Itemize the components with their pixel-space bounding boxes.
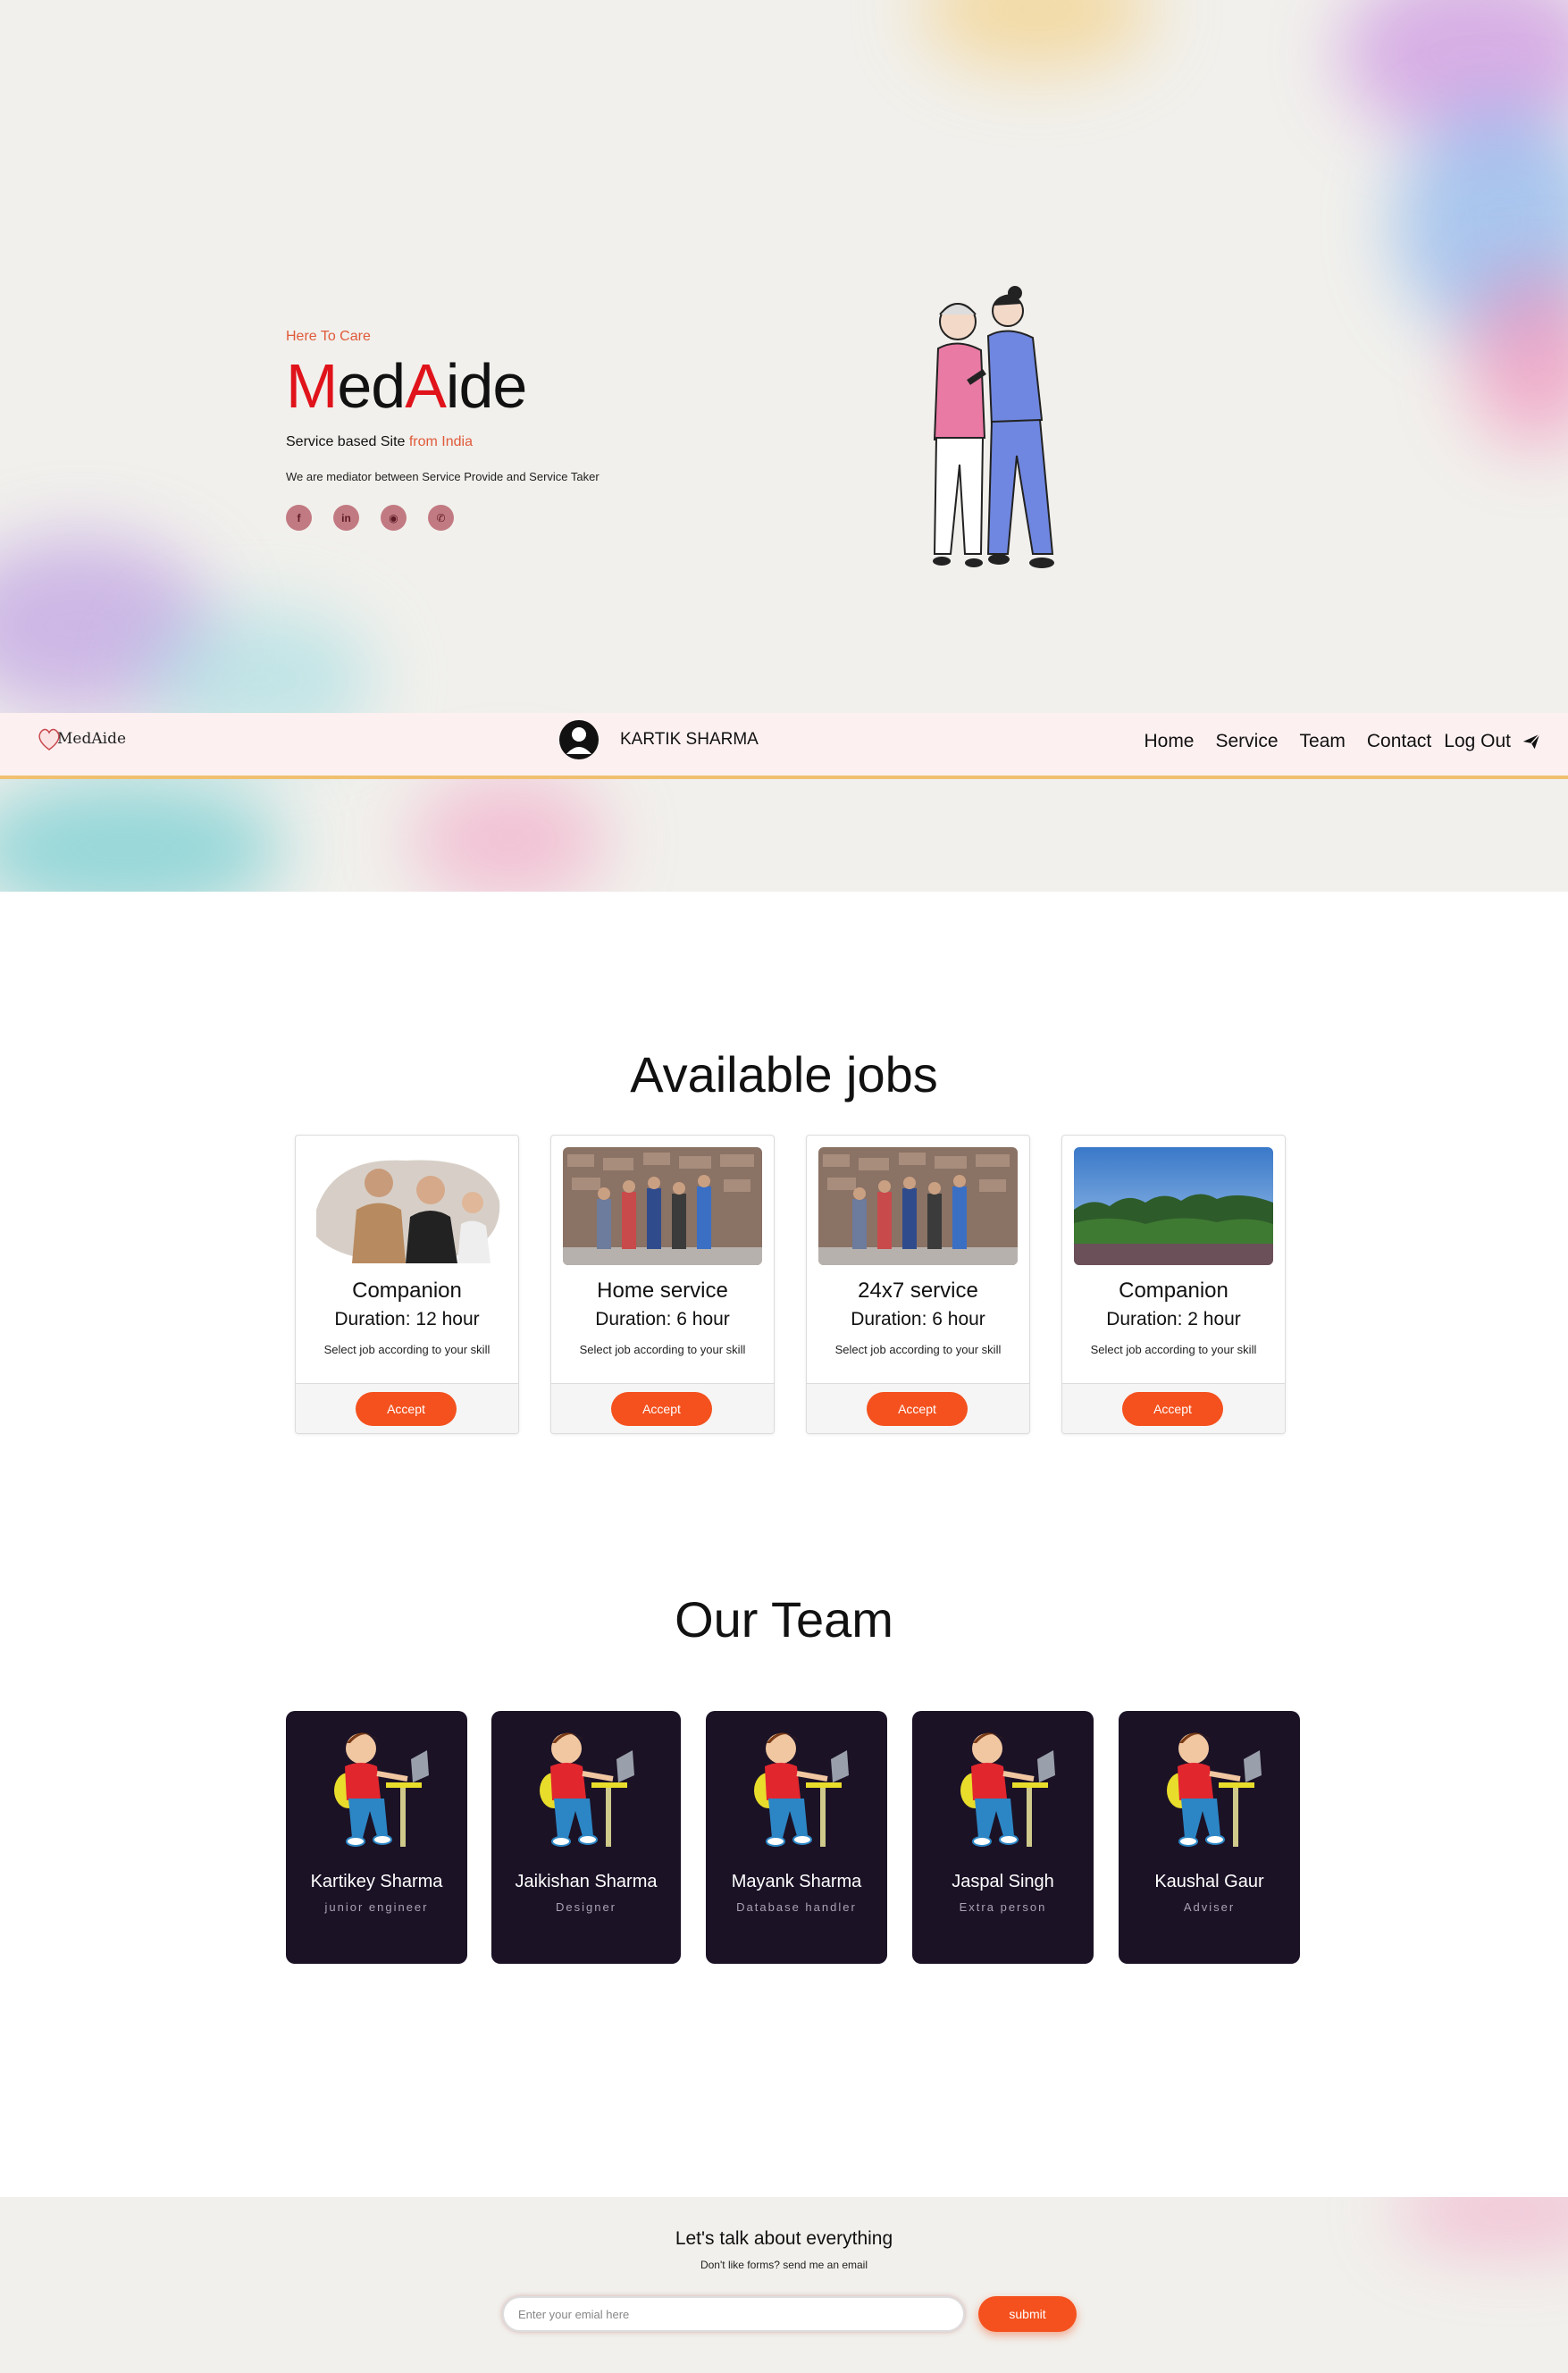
job-title: Home service — [597, 1279, 728, 1303]
job-duration: Duration: 6 hour — [851, 1309, 985, 1329]
team-member-card: Kartikey Sharma junior engineer — [286, 1711, 467, 1964]
member-role: junior engineer — [324, 1900, 429, 1914]
team-section-title: Our Team — [675, 1591, 893, 1648]
job-image — [563, 1147, 762, 1265]
member-avatar — [1167, 1732, 1262, 1847]
paint-splash — [920, 0, 1153, 71]
brand-text: ed — [337, 351, 406, 421]
nav-link-contact[interactable]: Contact — [1367, 731, 1431, 752]
accept-button[interactable]: Accept — [356, 1392, 457, 1426]
team-member-card: Mayank Sharma Database handler — [706, 1711, 887, 1964]
job-card: Home service Duration: 6 hour Select job… — [550, 1135, 775, 1434]
team-member-card: Jaspal Singh Extra person — [912, 1711, 1094, 1964]
brand-letter: M — [286, 351, 338, 421]
member-role: Designer — [555, 1900, 617, 1914]
job-duration: Duration: 12 hour — [334, 1309, 480, 1329]
job-image — [307, 1147, 507, 1265]
job-title: Companion — [352, 1279, 462, 1303]
hero-tagline: Here To Care — [286, 329, 371, 344]
nav-link-team[interactable]: Team — [1300, 731, 1346, 752]
member-name: Kaushal Gaur — [1154, 1872, 1264, 1891]
brand-text: ide — [445, 351, 527, 421]
top-navbar: MedAide KARTIK SHARMA Home Service Team … — [0, 713, 1568, 779]
member-name: Kartikey Sharma — [310, 1872, 443, 1891]
facebook-icon[interactable]: f — [286, 505, 312, 531]
job-card-footer: Accept — [807, 1383, 1029, 1433]
job-note: Select job according to your skill — [323, 1343, 491, 1356]
accept-button[interactable]: Accept — [611, 1392, 712, 1426]
job-note: Select job according to your skill — [1090, 1343, 1257, 1356]
job-card: 24x7 service Duration: 6 hour Select job… — [806, 1135, 1030, 1434]
hero-subline: Service based Site from India — [286, 434, 786, 450]
job-note: Select job according to your skill — [579, 1343, 746, 1356]
member-role: Extra person — [959, 1900, 1047, 1914]
logout-label: Log Out — [1444, 731, 1511, 751]
brand-letter: A — [405, 351, 447, 421]
member-name: Mayank Sharma — [731, 1872, 862, 1891]
send-icon — [1522, 734, 1540, 750]
member-avatar — [754, 1732, 849, 1847]
linkedin-icon[interactable]: in — [333, 505, 359, 531]
user-name: KARTIK SHARMA — [620, 730, 759, 749]
member-role: Database handler — [736, 1900, 857, 1914]
job-duration: Duration: 2 hour — [1106, 1309, 1241, 1329]
job-title: 24x7 service — [858, 1279, 978, 1303]
job-card: Companion Duration: 12 hour Select job a… — [295, 1135, 519, 1434]
job-card-footer: Accept — [1062, 1383, 1285, 1433]
nav-links: Home Service Team Contact Log Out — [1144, 731, 1541, 752]
job-card-footer: Accept — [296, 1383, 518, 1433]
whatsapp-icon[interactable]: ✆ — [428, 505, 454, 531]
job-title: Companion — [1119, 1279, 1228, 1303]
jobs-list: Companion Duration: 12 hour Select job a… — [295, 1135, 1286, 1434]
member-avatar — [960, 1732, 1055, 1847]
logo-text: MedAide — [57, 730, 127, 748]
job-duration: Duration: 6 hour — [595, 1309, 730, 1329]
nav-link-home[interactable]: Home — [1144, 731, 1194, 752]
paint-splash — [411, 777, 608, 892]
footer-title: Let's talk about everything — [675, 2228, 893, 2249]
member-avatar — [540, 1732, 634, 1847]
member-name: Jaspal Singh — [952, 1872, 1054, 1891]
accept-button[interactable]: Accept — [1122, 1392, 1223, 1426]
team-member-card: Jaikishan Sharma Designer — [491, 1711, 681, 1964]
user-avatar-icon — [559, 720, 599, 759]
accept-button[interactable]: Accept — [867, 1392, 968, 1426]
caregiver-illustration — [933, 286, 1054, 568]
site-logo[interactable]: MedAide — [36, 725, 126, 752]
member-role: Adviser — [1183, 1900, 1236, 1914]
logout-button[interactable]: Log Out — [1444, 731, 1541, 752]
job-card: Companion Duration: 2 hour Select job ac… — [1061, 1135, 1286, 1434]
heart-icon — [38, 728, 60, 750]
contact-footer: Let's talk about everything Don't like f… — [0, 2197, 1568, 2373]
job-image — [818, 1147, 1018, 1265]
job-note: Select job according to your skill — [834, 1343, 1002, 1356]
team-member-card: Kaushal Gaur Adviser — [1119, 1711, 1300, 1964]
member-name: Jaikishan Sharma — [515, 1872, 658, 1891]
job-card-footer: Accept — [551, 1383, 774, 1433]
github-icon[interactable]: ◉ — [381, 505, 407, 531]
job-image — [1074, 1147, 1273, 1265]
user-profile[interactable]: KARTIK SHARMA — [559, 720, 759, 759]
social-links: f in ◉ ✆ — [286, 505, 786, 531]
hero-intro: Here To Care MedAide Service based Site … — [286, 329, 786, 531]
footer-subtitle: Don't like forms? send me an email — [700, 2259, 868, 2271]
submit-button[interactable]: submit — [978, 2296, 1077, 2332]
subline-accent: from India — [408, 434, 473, 449]
paint-splash — [0, 777, 286, 892]
jobs-section-title: Available jobs — [630, 1046, 938, 1103]
member-avatar — [334, 1732, 429, 1847]
nav-link-service[interactable]: Service — [1216, 731, 1279, 752]
email-input[interactable] — [502, 2296, 965, 2332]
hero-brand-title: MedAide — [286, 350, 786, 422]
hero-description: We are mediator between Service Provide … — [286, 470, 600, 483]
subline-main: Service based Site — [286, 434, 409, 449]
